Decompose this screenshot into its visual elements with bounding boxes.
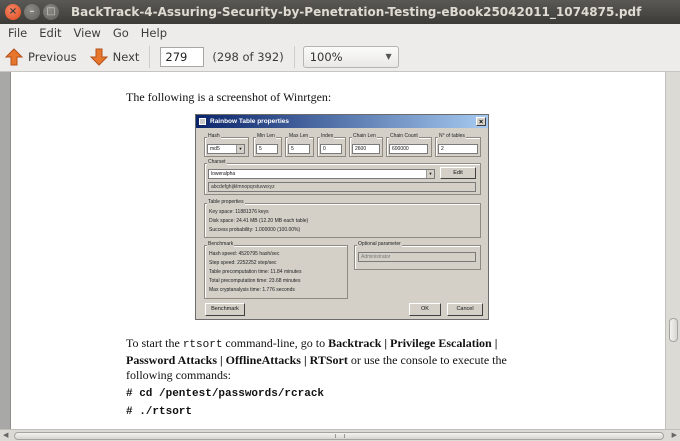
- toolbar-separator: [149, 45, 151, 68]
- maximize-icon: □: [46, 6, 56, 17]
- rtsort-paragraph: To start the rtsort command-line, go to …: [126, 336, 546, 383]
- vertical-scroll-thumb[interactable]: [669, 318, 678, 342]
- intro-paragraph: The following is a screenshot of Winrtge…: [126, 90, 332, 104]
- text-run: command-line, go to: [222, 336, 329, 350]
- tables-field: 2: [438, 144, 478, 154]
- ok-button: OK: [409, 303, 441, 316]
- arrow-up-icon: [4, 47, 24, 65]
- scroll-right-icon[interactable]: ▶: [672, 430, 677, 441]
- key-space-text: Key space: 11881376 keys: [209, 209, 269, 215]
- cancel-button: Cancel: [447, 303, 483, 316]
- min-len-label: Min Len: [256, 133, 276, 139]
- horizontal-scrollbar[interactable]: ◀ ▶: [0, 429, 680, 441]
- charset-label: Charset: [207, 159, 227, 165]
- charset-edit-button: Edit: [440, 167, 476, 179]
- maximize-window-button[interactable]: □: [43, 4, 59, 20]
- winrtgen-screenshot: Rainbow Table properties × Hash md5 ▼ Mi…: [195, 114, 489, 320]
- benchmark-button: Benchmark: [205, 303, 245, 316]
- chain-len-field: 2600: [352, 144, 380, 154]
- success-probability-text: Success probability: 1.000000 (100.00%): [209, 227, 301, 233]
- menu-file[interactable]: File: [2, 26, 33, 40]
- min-len-field: 5: [256, 144, 278, 154]
- zoom-value: 100%: [309, 49, 343, 64]
- scroll-grip: [335, 434, 345, 438]
- max-len-label: Max Len: [288, 133, 310, 139]
- inline-code: rtsort: [182, 339, 223, 351]
- page-count-label: (298 of 392): [212, 49, 284, 64]
- disk-space-text: Disk space: 24.41 MB (12.20 MB each tabl…: [209, 218, 309, 224]
- previous-label: Previous: [28, 49, 77, 64]
- chain-count-field: 600000: [389, 144, 428, 154]
- close-icon: ×: [476, 117, 486, 126]
- menu-edit[interactable]: Edit: [33, 26, 67, 40]
- arrow-down-icon: [89, 48, 108, 66]
- optional-parameter-field: Administrator: [358, 252, 476, 262]
- command-line-1: # cd /pentest/passwords/rcrack: [126, 388, 325, 400]
- rtsort-line-1: To start the rtsort command-line, go to …: [126, 336, 546, 353]
- screenshot-title-bar: Rainbow Table properties ×: [196, 115, 488, 128]
- menu-bar: File Edit View Go Help: [0, 24, 680, 42]
- step-speed-text: Step speed: 2252252 step/sec: [209, 260, 277, 266]
- close-window-button[interactable]: ×: [5, 4, 21, 20]
- chain-len-label: Chain Len: [352, 133, 377, 139]
- benchmark-label: Benchmark: [207, 241, 235, 247]
- screenshot-title: Rainbow Table properties: [210, 118, 289, 125]
- minimize-window-button[interactable]: –: [24, 4, 40, 20]
- max-len-field: 5: [288, 144, 310, 154]
- menu-go[interactable]: Go: [107, 26, 135, 40]
- charset-value: loweralpha: [211, 171, 236, 177]
- chevron-down-icon: ▼: [426, 170, 434, 178]
- table-properties-label: Table properties: [207, 199, 245, 205]
- rtsort-line-2: Password Attacks | OfflineAttacks | RTSo…: [126, 353, 546, 368]
- charset-field: loweralpha ▼: [208, 169, 435, 179]
- toolbar-separator: [293, 45, 295, 68]
- scroll-left-icon[interactable]: ◀: [3, 430, 8, 441]
- hash-value: md5: [210, 146, 220, 152]
- next-button[interactable]: Next: [85, 44, 144, 70]
- text-run: To start the: [126, 336, 183, 350]
- menu-path-bold: Backtrack | Privilege Escalation |: [328, 336, 498, 350]
- menu-help[interactable]: Help: [135, 26, 173, 40]
- menu-view[interactable]: View: [68, 26, 107, 40]
- document-viewer[interactable]: The following is a screenshot of Winrtge…: [0, 72, 680, 429]
- close-icon: ×: [8, 6, 18, 17]
- index-field: 0: [320, 144, 342, 154]
- command-line-2: # ./rtsort: [126, 406, 193, 418]
- window-controls: × – □: [5, 4, 59, 20]
- optional-parameter-label: Optional parameter: [357, 241, 402, 247]
- toolbar: Previous Next (298 of 392) 100% ▼: [0, 42, 680, 72]
- vertical-scrollbar[interactable]: [665, 72, 680, 429]
- rtsort-line-3: following commands:: [126, 368, 546, 383]
- zoom-select[interactable]: 100% ▼: [302, 45, 399, 68]
- chevron-down-icon: ▼: [385, 52, 392, 61]
- app-icon: [199, 118, 206, 125]
- hash-speed-text: Hash speed: 4520795 hash/sec: [209, 251, 280, 257]
- index-label: Index: [320, 133, 335, 139]
- text-run: following commands:: [126, 368, 231, 382]
- charset-chars-field: abcdefghijklmnopqrstuvwxyz: [208, 182, 476, 192]
- tables-label: N° of tables: [438, 133, 466, 139]
- text-run: or use the console to execute the: [347, 353, 507, 367]
- chain-count-label: Chain Count: [389, 133, 419, 139]
- horizontal-scroll-thumb[interactable]: [14, 432, 664, 440]
- title-bar: × – □ BackTrack-4-Assuring-Security-by-P…: [0, 0, 680, 24]
- hash-label: Hash: [207, 133, 221, 139]
- previous-button[interactable]: Previous: [0, 44, 81, 70]
- window-title: BackTrack-4-Assuring-Security-by-Penetra…: [71, 5, 642, 19]
- chevron-down-icon: ▼: [236, 145, 244, 153]
- total-precomp-text: Total precomputation time: 23.68 minutes: [209, 278, 301, 284]
- max-cryptanalysis-text: Max cryptanalysis time: 1.776 seconds: [209, 287, 295, 293]
- page-number-input[interactable]: [160, 46, 205, 67]
- table-precomp-text: Table precomputation time: 11.84 minutes: [209, 269, 302, 275]
- next-label: Next: [112, 49, 140, 64]
- menu-path-bold: Password Attacks | OfflineAttacks | RTSo…: [126, 353, 348, 367]
- pdf-page: The following is a screenshot of Winrtge…: [10, 72, 665, 429]
- hash-field: md5 ▼: [207, 144, 245, 154]
- minimize-icon: –: [29, 6, 35, 17]
